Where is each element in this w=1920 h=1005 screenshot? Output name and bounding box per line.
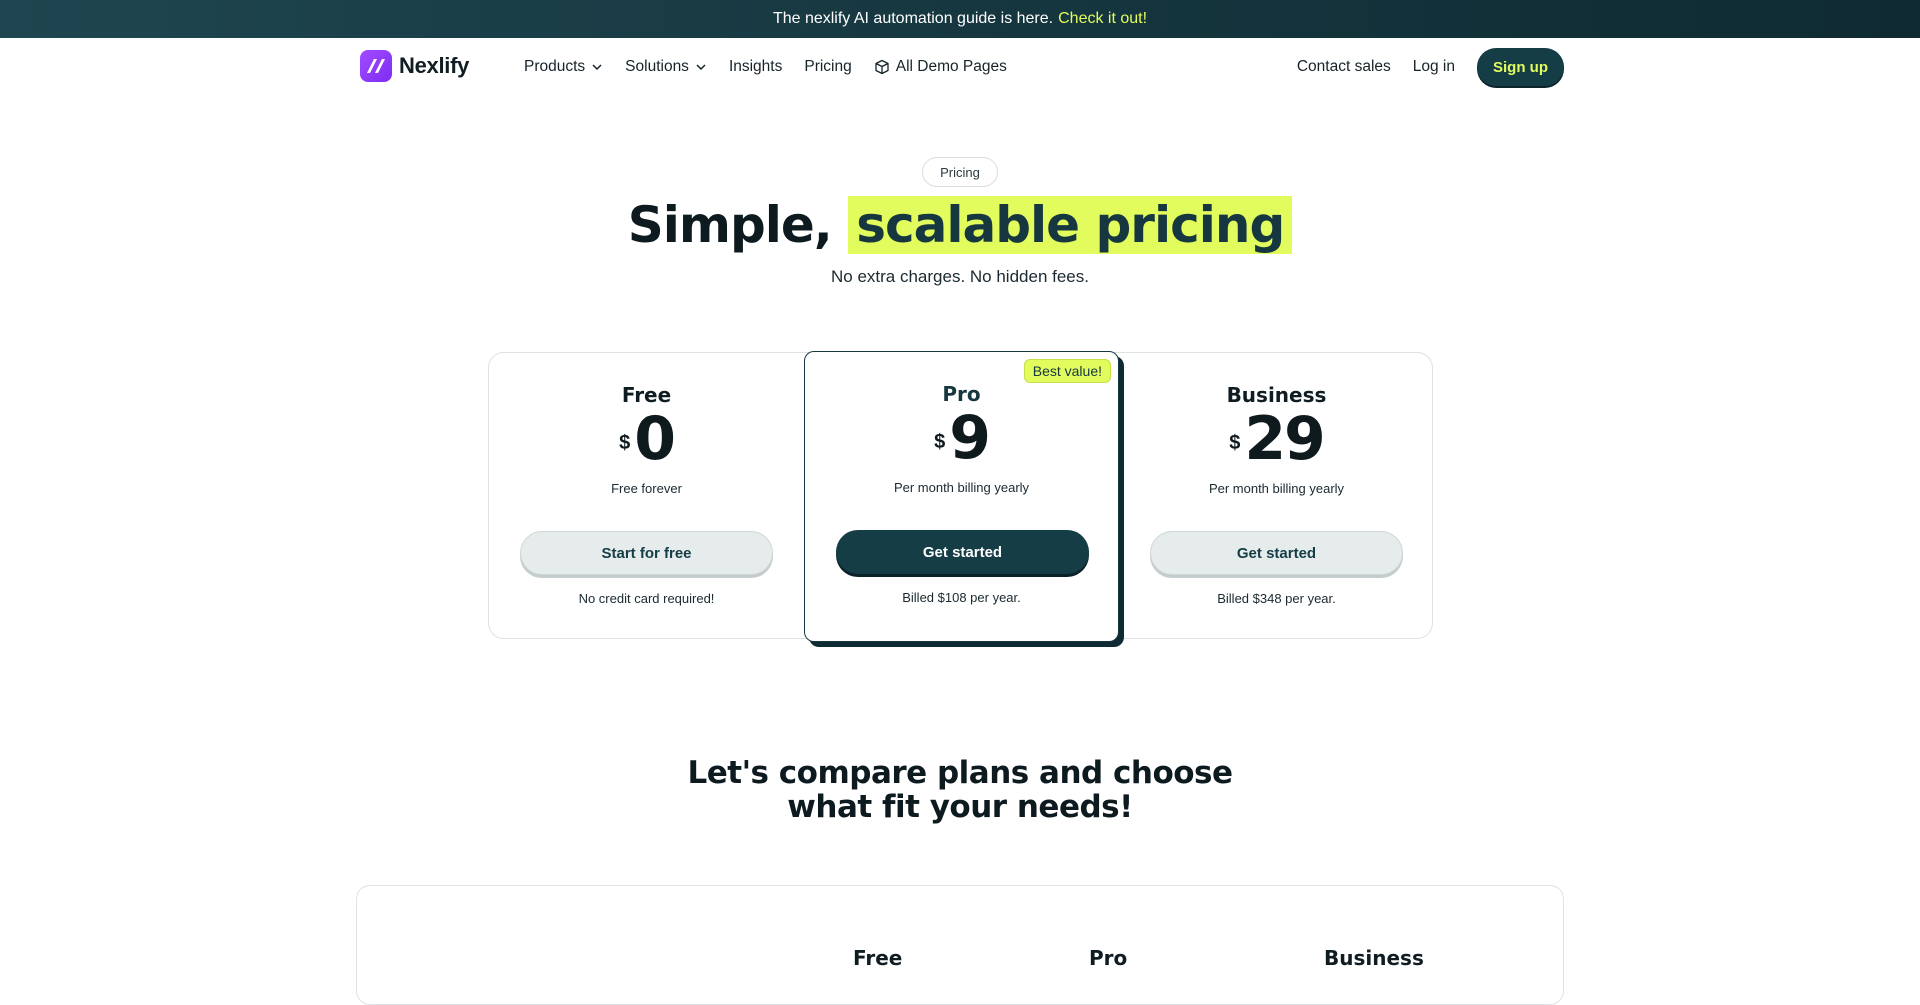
- contact-sales-link[interactable]: Contact sales: [1297, 58, 1391, 76]
- currency-symbol: $: [619, 432, 631, 454]
- currency-symbol: $: [1229, 432, 1241, 454]
- page-subtitle: No extra charges. No hidden fees.: [831, 267, 1089, 286]
- column-header-business: Business: [1324, 946, 1424, 970]
- section-pill: Pricing: [922, 157, 998, 187]
- plan-note: Billed $108 per year.: [902, 590, 1021, 605]
- plan-period: Per month billing yearly: [1208, 481, 1345, 496]
- page-title: Simple, scalable pricing: [0, 196, 1920, 254]
- plan-period: Free forever: [611, 481, 682, 496]
- plan-price: $ 0: [489, 409, 804, 469]
- nav-products[interactable]: Products: [524, 58, 603, 76]
- login-link[interactable]: Log in: [1413, 58, 1455, 76]
- column-header-pro: Pro: [1089, 946, 1128, 970]
- plan-card-free: Free $ 0 Free forever Start for free No …: [489, 353, 804, 640]
- title-highlight: scalable pricing: [848, 196, 1293, 254]
- best-value-badge: Best value!: [1023, 359, 1111, 383]
- signup-button[interactable]: Sign up: [1477, 48, 1564, 86]
- compare-heading: Let's compare plans and choose what fit …: [0, 756, 1920, 824]
- announcement-bar: The nexlify AI automation guide is here.…: [0, 0, 1920, 38]
- plan-price: $ 29: [1119, 409, 1434, 469]
- brand-name: Nexlify: [399, 53, 470, 78]
- plan-card-business: Business $ 29 Per month billing yearly G…: [1119, 353, 1434, 640]
- plan-price: $ 9: [805, 408, 1118, 468]
- announcement-text: The nexlify AI automation guide is here.: [772, 10, 1054, 27]
- nav-actions: Contact sales Log in Sign up: [1297, 38, 1564, 96]
- comparison-table: Free Pro Business: [356, 885, 1564, 1005]
- nav-solutions[interactable]: Solutions: [625, 58, 707, 76]
- get-started-pro-button[interactable]: Get started: [836, 530, 1089, 574]
- get-started-business-button[interactable]: Get started: [1150, 531, 1403, 575]
- start-free-button[interactable]: Start for free: [520, 531, 773, 575]
- nav-links: Products Solutions Insights Pricing All …: [524, 38, 1029, 96]
- nav-pricing[interactable]: Pricing: [804, 58, 851, 76]
- nexlify-logo-icon: [360, 50, 392, 82]
- price-amount: 0: [634, 404, 676, 474]
- chevron-down-icon: [696, 64, 706, 71]
- nav-products-label: Products: [524, 58, 586, 75]
- price-amount: 29: [1244, 404, 1325, 474]
- plan-card-pro: Best value! Pro $ 9 Per month billing ye…: [804, 351, 1119, 642]
- plan-period: Per month billing yearly: [893, 480, 1030, 495]
- nav-demo-label: All Demo Pages: [895, 58, 1007, 75]
- price-amount: 9: [949, 403, 991, 473]
- plan-note: Billed $348 per year.: [1217, 591, 1336, 606]
- cube-icon: [875, 59, 889, 75]
- chevron-down-icon: [592, 64, 602, 71]
- compare-heading-line1: Let's compare plans and choose: [687, 755, 1233, 791]
- title-part-a: Simple,: [627, 196, 833, 254]
- logo[interactable]: Nexlify: [360, 50, 469, 82]
- column-header-free: Free: [853, 946, 903, 970]
- pricing-plans: Free $ 0 Free forever Start for free No …: [488, 351, 1434, 642]
- nav-solutions-label: Solutions: [625, 58, 689, 75]
- nav-insights[interactable]: Insights: [729, 58, 782, 76]
- compare-heading-line2: what fit your needs!: [787, 789, 1133, 825]
- currency-symbol: $: [934, 431, 946, 453]
- plan-note: No credit card required!: [578, 591, 715, 606]
- nav-demo-pages[interactable]: All Demo Pages: [874, 58, 1007, 76]
- main-nav: Nexlify Products Solutions Insights Pric…: [0, 38, 1920, 96]
- announcement-link[interactable]: Check it out!: [1058, 10, 1147, 28]
